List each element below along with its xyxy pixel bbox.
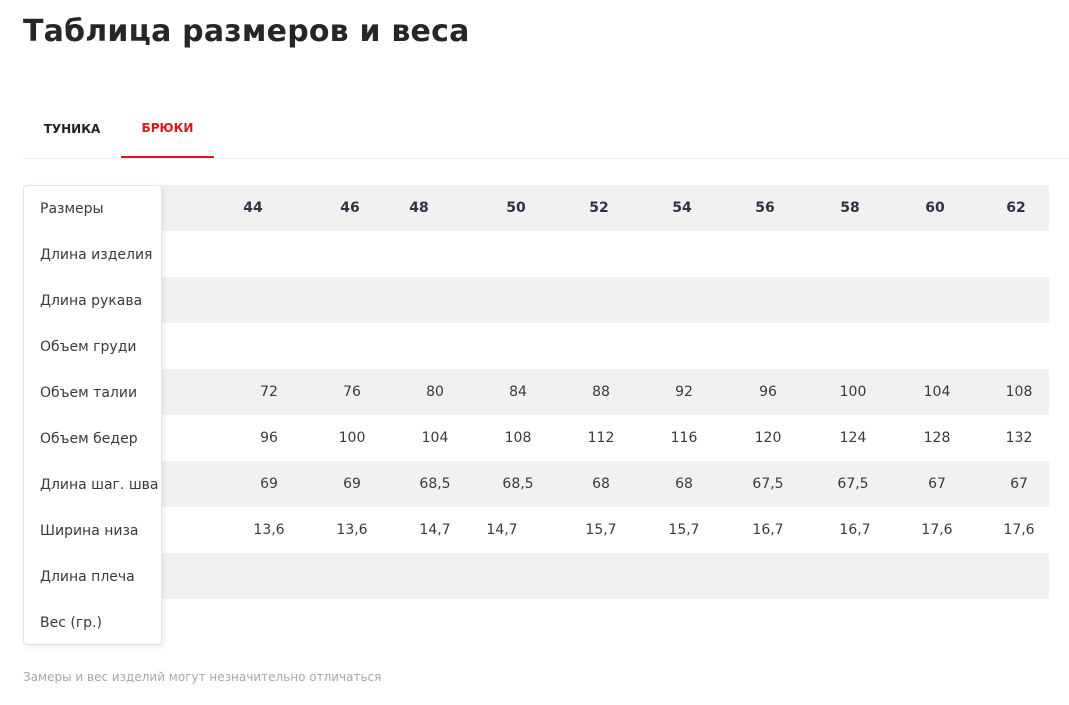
table-cell: 14,7	[419, 522, 451, 538]
table-cell: 124	[839, 430, 867, 446]
row-labels-column: Размеры Длина изделия Длина рукава Объем гр…	[23, 185, 162, 645]
table-cell: 67	[1010, 476, 1028, 492]
size-header-cell: 62	[1006, 200, 1026, 216]
page-title: Таблица размеров и веса	[23, 14, 470, 49]
table-header-row: 44 46 48 50 52 54 56 58 60 62	[23, 185, 1049, 231]
table-cell: 92	[675, 384, 693, 400]
row-label: Длина плеча	[40, 569, 135, 585]
size-chart-page: Таблица размеров и веса ТУНИКА БРЮКИ 44 4…	[0, 0, 1069, 705]
row-label: Длина рукава	[40, 293, 143, 309]
table-cell: 108	[1005, 384, 1033, 400]
size-header-cell: 58	[840, 200, 860, 216]
row-label: Размеры	[40, 201, 104, 217]
size-table: 44 46 48 50 52 54 56 58 60 62 72 76 80 84 88 92 96 100 104…	[23, 185, 1049, 645]
row-label: Объем груди	[40, 339, 137, 355]
table-cell: 104	[923, 384, 951, 400]
table-row: 96 100 104 108 112 116 120 124 128 132	[23, 415, 1049, 461]
table-cell: 69	[260, 476, 278, 492]
row-label: Вес (гр.)	[40, 615, 102, 631]
size-header-cell: 44	[243, 200, 263, 216]
table-row: 72 76 80 84 88 92 96 100 104 108	[23, 369, 1049, 415]
row-label: Длина изделия	[40, 247, 153, 263]
table-cell: 67	[928, 476, 946, 492]
table-cell: 68	[592, 476, 610, 492]
row-label: Объем талии	[40, 385, 138, 401]
table-cell: 14,7	[486, 522, 518, 538]
table-cell: 15,7	[668, 522, 700, 538]
table-cell: 104	[421, 430, 449, 446]
size-header-cell: 48	[409, 200, 429, 216]
table-cell: 80	[426, 384, 444, 400]
table-cell: 76	[343, 384, 361, 400]
size-header-cell: 50	[506, 200, 526, 216]
table-cell: 68,5	[419, 476, 451, 492]
size-header-cell: 60	[925, 200, 945, 216]
table-cell: 128	[923, 430, 951, 446]
table-cell: 120	[754, 430, 782, 446]
table-cell: 100	[839, 384, 867, 400]
table-cell: 108	[504, 430, 532, 446]
table-cell: 17,6	[1003, 522, 1035, 538]
table-cell: 16,7	[752, 522, 784, 538]
table-row	[23, 553, 1049, 599]
table-row	[23, 323, 1049, 369]
size-header-cell: 52	[589, 200, 609, 216]
table-cell: 13,6	[253, 522, 285, 538]
table-cell: 88	[592, 384, 610, 400]
table-cell: 67,5	[837, 476, 869, 492]
table-cell: 84	[509, 384, 527, 400]
table-cell: 72	[260, 384, 278, 400]
table-row: 69 69 68,5 68,5 68 68 67,5 67,5 67 67	[23, 461, 1049, 507]
disclaimer-note: Замеры и вес изделий могут незначительно…	[23, 670, 382, 684]
tab-bar: ТУНИКА БРЮКИ	[23, 100, 1069, 159]
table-cell: 13,6	[336, 522, 368, 538]
table-cell: 96	[260, 430, 278, 446]
table-row: 13,6 13,6 14,7 14,7 15,7 15,7 16,7 16,7 17,6 17,6	[23, 507, 1049, 553]
table-cell: 15,7	[585, 522, 617, 538]
tab-pants[interactable]: БРЮКИ	[121, 100, 214, 158]
table-cell: 116	[670, 430, 698, 446]
row-label: Ширина низа	[40, 523, 139, 539]
table-cell: 69	[343, 476, 361, 492]
table-cell: 100	[338, 430, 366, 446]
size-header-cell: 54	[672, 200, 692, 216]
table-cell: 16,7	[839, 522, 871, 538]
table-row	[23, 599, 1049, 645]
row-label: Длина шаг. шва	[40, 477, 159, 493]
table-cell: 68,5	[502, 476, 534, 492]
tab-tunic[interactable]: ТУНИКА	[23, 100, 121, 158]
table-cell: 96	[759, 384, 777, 400]
size-header-cell: 56	[755, 200, 775, 216]
table-row	[23, 231, 1049, 277]
table-row	[23, 277, 1049, 323]
row-label: Объем бедер	[40, 431, 138, 447]
table-cell: 132	[1005, 430, 1033, 446]
table-cell: 17,6	[921, 522, 953, 538]
table-cell: 112	[587, 430, 615, 446]
size-header-cell: 46	[340, 200, 360, 216]
table-cell: 67,5	[752, 476, 784, 492]
table-cell: 68	[675, 476, 693, 492]
